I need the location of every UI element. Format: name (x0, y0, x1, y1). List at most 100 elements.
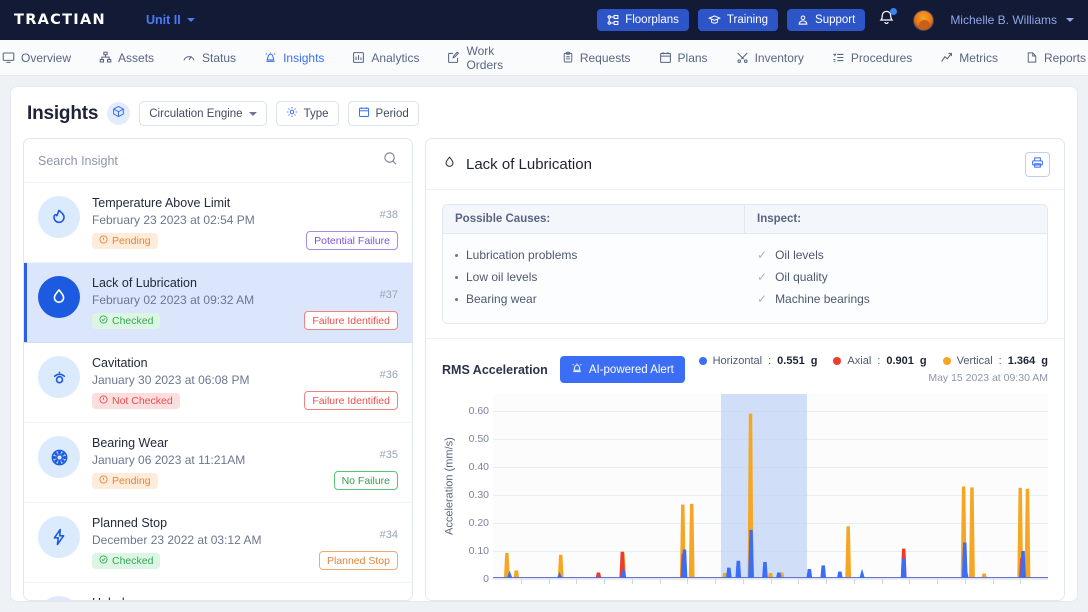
status-badge: Checked (92, 313, 160, 329)
nav-item-reports[interactable]: Reports (1024, 47, 1088, 69)
nav-label: Status (202, 51, 236, 65)
lightning-bolt-icon (38, 516, 80, 558)
legend-value: 0.551 (777, 355, 805, 367)
status-badge: Pending (92, 473, 158, 489)
nav-item-status[interactable]: Status (180, 47, 238, 69)
ai-alert-label: AI-powered Alert (589, 364, 674, 376)
legend-item-vertical[interactable]: Vertical: 1.364 g (943, 355, 1048, 367)
nav-item-requests[interactable]: Requests (560, 47, 633, 69)
x-tick (521, 579, 522, 584)
nav-label: Procedures (851, 51, 912, 65)
legend-name: Horizontal (713, 355, 763, 367)
y-tick-label: 0.30 (469, 489, 489, 501)
legend-item-horizontal[interactable]: Horizontal: 0.551 g (699, 355, 818, 367)
nav-item-plans[interactable]: Plans (657, 47, 710, 69)
bell-icon (878, 13, 895, 30)
insight-number: #34 (380, 529, 398, 541)
nav-item-analytics[interactable]: Analytics (350, 47, 421, 69)
list-item-meta: #38 Potential Failure (298, 196, 398, 250)
list-item: ✓ Oil levels (757, 244, 1035, 266)
list-item-main: Temperature Above Limit February 23 2023… (92, 196, 286, 249)
nav-item-insights[interactable]: Insights (262, 47, 326, 69)
list-item[interactable]: Lack of Lubrication February 02 2023 at … (24, 263, 412, 343)
search-icon[interactable] (383, 151, 398, 171)
nav-item-metrics[interactable]: Metrics (938, 47, 1000, 69)
insights-list-panel: Temperature Above Limit February 23 2023… (23, 138, 413, 601)
x-tick (882, 579, 883, 584)
floorplans-label: Floorplans (625, 14, 679, 26)
legend-item-axial[interactable]: Axial: 0.901 g (833, 355, 926, 367)
chart-title: RMS Acceleration (442, 363, 548, 377)
nav-item-work-orders[interactable]: Work Orders (445, 40, 535, 76)
nav-label: Analytics (371, 51, 419, 65)
ai-powered-alert-button[interactable]: AI-powered Alert (560, 356, 685, 383)
asset-cube-button[interactable] (107, 102, 130, 125)
x-tick (632, 579, 633, 584)
list-item[interactable]: Planned Stop December 23 2022 at 03:12 A… (24, 503, 412, 583)
gauge-icon (182, 51, 196, 64)
result-tag: No Failure (334, 471, 398, 490)
printer-icon (1031, 156, 1044, 174)
nav-item-assets[interactable]: Assets (97, 47, 156, 69)
cause-label: Lubrication problems (466, 248, 577, 262)
list-item: ✓ Machine bearings (757, 288, 1035, 310)
page-header: Insights Circulation Engine Type (23, 99, 1065, 138)
nav-label: Assets (118, 51, 154, 65)
insight-detail-panel: Lack of Lubrication Possible Causes: Ins… (425, 138, 1065, 601)
document-icon (1026, 51, 1038, 64)
nav-item-inventory[interactable]: Inventory (734, 47, 806, 69)
support-agent-icon (797, 14, 809, 26)
nav-item-overview[interactable]: Overview (0, 47, 73, 69)
x-tick (854, 579, 855, 584)
nav-label: Work Orders (466, 44, 533, 72)
chart-plot-wrapper: Acceleration (mm/s) 00.100.200.300.400.5… (442, 394, 1048, 579)
x-tick (937, 579, 938, 584)
page-body: Temperature Above Limit February 23 2023… (23, 138, 1065, 601)
detail-title-wrap: Lack of Lubrication (442, 155, 592, 174)
search-input[interactable] (38, 154, 383, 168)
floorplans-button[interactable]: Floorplans (597, 9, 689, 31)
causes-cell: Lubrication problems Low oil levels Bear… (443, 234, 745, 323)
sitemap-icon (99, 51, 112, 64)
y-axis-ticks: 00.100.200.300.400.500.60 (457, 394, 493, 579)
list-item[interactable]: Unbalance December 18 2022 at 07:47 AM #… (24, 583, 412, 600)
asset-filter[interactable]: Circulation Engine (139, 101, 266, 126)
cause-label: Low oil levels (466, 270, 537, 284)
causes-inspect-table: Possible Causes: Inspect: Lubrication pr… (442, 204, 1048, 324)
nav-label: Requests (580, 51, 631, 65)
list-item[interactable]: Bearing Wear January 06 2023 at 11:21AM … (24, 423, 412, 503)
cube-icon (112, 105, 125, 123)
training-button[interactable]: Training (698, 9, 778, 31)
unit-selector[interactable]: Unit II (146, 13, 195, 27)
x-tick (771, 579, 772, 584)
chevron-down-icon[interactable] (1066, 18, 1074, 22)
list-item[interactable]: Temperature Above Limit February 23 2023… (24, 183, 412, 263)
status-badge-label: Pending (112, 235, 151, 247)
avatar[interactable] (913, 10, 934, 31)
alarm-icon (571, 362, 583, 377)
chart-series-svg (493, 394, 1048, 579)
period-filter-label: Period (376, 108, 409, 120)
chevron-down-icon (249, 112, 257, 116)
notifications-button[interactable] (878, 9, 895, 31)
bullet-icon (455, 254, 458, 257)
list-item[interactable]: Cavitation January 30 2023 at 06:08 PM N… (24, 343, 412, 423)
period-filter[interactable]: Period (348, 101, 419, 126)
result-tag: Failure Identified (304, 311, 398, 330)
tools-icon (736, 51, 749, 64)
print-button[interactable] (1025, 152, 1050, 177)
legend-value: 1.364 (1008, 355, 1036, 367)
user-menu[interactable]: Michelle B. Williams (950, 13, 1057, 27)
nav-label: Inventory (755, 51, 804, 65)
unbalance-icon (38, 596, 80, 600)
search-bar (24, 139, 412, 183)
type-filter[interactable]: Type (276, 101, 339, 126)
asset-filter-label: Circulation Engine (149, 108, 242, 120)
nav-item-procedures[interactable]: Procedures (830, 47, 914, 69)
support-label: Support (815, 14, 855, 26)
chart-plot-area[interactable] (493, 394, 1048, 579)
y-tick-label: 0.10 (469, 545, 489, 557)
support-button[interactable]: Support (787, 9, 865, 31)
nav-label: Metrics (959, 51, 998, 65)
chart-section: RMS Acceleration AI-powered Alert (426, 338, 1064, 579)
